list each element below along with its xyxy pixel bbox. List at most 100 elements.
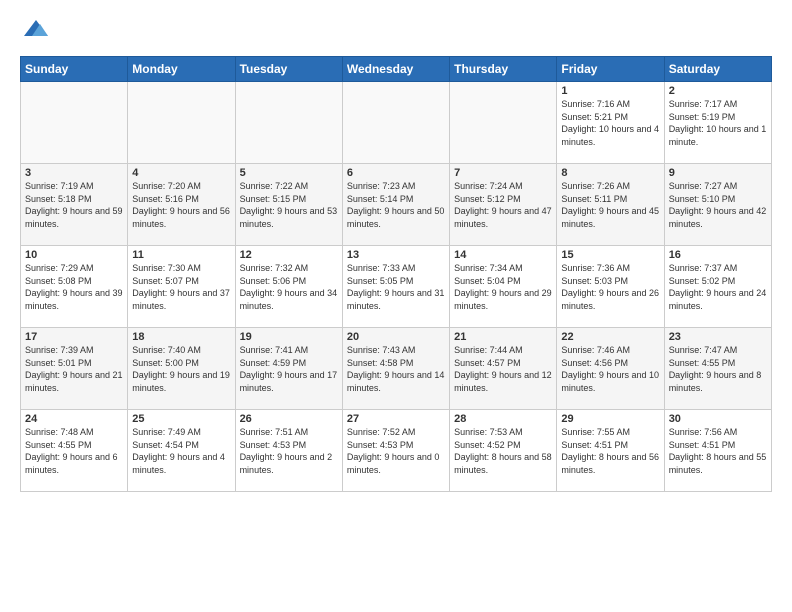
day-number: 29 (561, 413, 659, 425)
day-info: Sunrise: 7:37 AM Sunset: 5:02 PM Dayligh… (669, 262, 767, 312)
day-number: 14 (454, 249, 552, 261)
day-number: 26 (240, 413, 338, 425)
day-cell: 22Sunrise: 7:46 AM Sunset: 4:56 PM Dayli… (557, 328, 664, 410)
day-number: 9 (669, 167, 767, 179)
day-number: 7 (454, 167, 552, 179)
day-number: 17 (25, 331, 123, 343)
day-cell: 12Sunrise: 7:32 AM Sunset: 5:06 PM Dayli… (235, 246, 342, 328)
day-cell: 4Sunrise: 7:20 AM Sunset: 5:16 PM Daylig… (128, 164, 235, 246)
day-cell: 5Sunrise: 7:22 AM Sunset: 5:15 PM Daylig… (235, 164, 342, 246)
day-number: 22 (561, 331, 659, 343)
day-cell: 8Sunrise: 7:26 AM Sunset: 5:11 PM Daylig… (557, 164, 664, 246)
day-number: 16 (669, 249, 767, 261)
day-number: 25 (132, 413, 230, 425)
day-cell: 24Sunrise: 7:48 AM Sunset: 4:55 PM Dayli… (21, 410, 128, 492)
weekday-header-thursday: Thursday (450, 57, 557, 82)
day-cell: 6Sunrise: 7:23 AM Sunset: 5:14 PM Daylig… (342, 164, 449, 246)
day-number: 5 (240, 167, 338, 179)
day-info: Sunrise: 7:27 AM Sunset: 5:10 PM Dayligh… (669, 180, 767, 230)
day-cell: 15Sunrise: 7:36 AM Sunset: 5:03 PM Dayli… (557, 246, 664, 328)
day-cell (21, 82, 128, 164)
weekday-header-friday: Friday (557, 57, 664, 82)
day-cell (128, 82, 235, 164)
day-number: 30 (669, 413, 767, 425)
day-info: Sunrise: 7:40 AM Sunset: 5:00 PM Dayligh… (132, 344, 230, 394)
day-info: Sunrise: 7:41 AM Sunset: 4:59 PM Dayligh… (240, 344, 338, 394)
day-info: Sunrise: 7:51 AM Sunset: 4:53 PM Dayligh… (240, 426, 338, 476)
day-cell: 16Sunrise: 7:37 AM Sunset: 5:02 PM Dayli… (664, 246, 771, 328)
day-cell: 25Sunrise: 7:49 AM Sunset: 4:54 PM Dayli… (128, 410, 235, 492)
day-info: Sunrise: 7:36 AM Sunset: 5:03 PM Dayligh… (561, 262, 659, 312)
day-info: Sunrise: 7:19 AM Sunset: 5:18 PM Dayligh… (25, 180, 123, 230)
day-cell: 28Sunrise: 7:53 AM Sunset: 4:52 PM Dayli… (450, 410, 557, 492)
page: SundayMondayTuesdayWednesdayThursdayFrid… (0, 0, 792, 502)
weekday-header-saturday: Saturday (664, 57, 771, 82)
day-number: 12 (240, 249, 338, 261)
day-info: Sunrise: 7:33 AM Sunset: 5:05 PM Dayligh… (347, 262, 445, 312)
day-cell: 17Sunrise: 7:39 AM Sunset: 5:01 PM Dayli… (21, 328, 128, 410)
day-info: Sunrise: 7:23 AM Sunset: 5:14 PM Dayligh… (347, 180, 445, 230)
day-info: Sunrise: 7:17 AM Sunset: 5:19 PM Dayligh… (669, 98, 767, 148)
week-row-1: 1Sunrise: 7:16 AM Sunset: 5:21 PM Daylig… (21, 82, 772, 164)
day-cell (450, 82, 557, 164)
day-info: Sunrise: 7:34 AM Sunset: 5:04 PM Dayligh… (454, 262, 552, 312)
day-cell: 1Sunrise: 7:16 AM Sunset: 5:21 PM Daylig… (557, 82, 664, 164)
day-number: 3 (25, 167, 123, 179)
day-info: Sunrise: 7:48 AM Sunset: 4:55 PM Dayligh… (25, 426, 123, 476)
week-row-2: 3Sunrise: 7:19 AM Sunset: 5:18 PM Daylig… (21, 164, 772, 246)
day-number: 27 (347, 413, 445, 425)
day-number: 19 (240, 331, 338, 343)
day-info: Sunrise: 7:30 AM Sunset: 5:07 PM Dayligh… (132, 262, 230, 312)
weekday-header-monday: Monday (128, 57, 235, 82)
day-number: 10 (25, 249, 123, 261)
day-cell: 27Sunrise: 7:52 AM Sunset: 4:53 PM Dayli… (342, 410, 449, 492)
calendar: SundayMondayTuesdayWednesdayThursdayFrid… (20, 56, 772, 492)
day-number: 2 (669, 85, 767, 97)
day-number: 13 (347, 249, 445, 261)
weekday-header-wednesday: Wednesday (342, 57, 449, 82)
logo (20, 16, 50, 44)
day-number: 11 (132, 249, 230, 261)
day-info: Sunrise: 7:39 AM Sunset: 5:01 PM Dayligh… (25, 344, 123, 394)
day-number: 24 (25, 413, 123, 425)
day-cell: 7Sunrise: 7:24 AM Sunset: 5:12 PM Daylig… (450, 164, 557, 246)
day-info: Sunrise: 7:26 AM Sunset: 5:11 PM Dayligh… (561, 180, 659, 230)
day-info: Sunrise: 7:32 AM Sunset: 5:06 PM Dayligh… (240, 262, 338, 312)
day-info: Sunrise: 7:46 AM Sunset: 4:56 PM Dayligh… (561, 344, 659, 394)
day-cell: 19Sunrise: 7:41 AM Sunset: 4:59 PM Dayli… (235, 328, 342, 410)
day-cell (235, 82, 342, 164)
day-cell (342, 82, 449, 164)
day-info: Sunrise: 7:49 AM Sunset: 4:54 PM Dayligh… (132, 426, 230, 476)
day-cell: 9Sunrise: 7:27 AM Sunset: 5:10 PM Daylig… (664, 164, 771, 246)
week-row-4: 17Sunrise: 7:39 AM Sunset: 5:01 PM Dayli… (21, 328, 772, 410)
day-number: 23 (669, 331, 767, 343)
day-cell: 3Sunrise: 7:19 AM Sunset: 5:18 PM Daylig… (21, 164, 128, 246)
day-info: Sunrise: 7:44 AM Sunset: 4:57 PM Dayligh… (454, 344, 552, 394)
weekday-header-row: SundayMondayTuesdayWednesdayThursdayFrid… (21, 57, 772, 82)
day-info: Sunrise: 7:22 AM Sunset: 5:15 PM Dayligh… (240, 180, 338, 230)
day-number: 28 (454, 413, 552, 425)
day-number: 20 (347, 331, 445, 343)
week-row-5: 24Sunrise: 7:48 AM Sunset: 4:55 PM Dayli… (21, 410, 772, 492)
day-info: Sunrise: 7:47 AM Sunset: 4:55 PM Dayligh… (669, 344, 767, 394)
header (20, 16, 772, 44)
day-info: Sunrise: 7:53 AM Sunset: 4:52 PM Dayligh… (454, 426, 552, 476)
day-number: 18 (132, 331, 230, 343)
day-info: Sunrise: 7:29 AM Sunset: 5:08 PM Dayligh… (25, 262, 123, 312)
day-info: Sunrise: 7:24 AM Sunset: 5:12 PM Dayligh… (454, 180, 552, 230)
day-cell: 30Sunrise: 7:56 AM Sunset: 4:51 PM Dayli… (664, 410, 771, 492)
day-info: Sunrise: 7:43 AM Sunset: 4:58 PM Dayligh… (347, 344, 445, 394)
day-cell: 14Sunrise: 7:34 AM Sunset: 5:04 PM Dayli… (450, 246, 557, 328)
day-info: Sunrise: 7:52 AM Sunset: 4:53 PM Dayligh… (347, 426, 445, 476)
day-number: 15 (561, 249, 659, 261)
day-info: Sunrise: 7:55 AM Sunset: 4:51 PM Dayligh… (561, 426, 659, 476)
week-row-3: 10Sunrise: 7:29 AM Sunset: 5:08 PM Dayli… (21, 246, 772, 328)
day-number: 6 (347, 167, 445, 179)
day-info: Sunrise: 7:56 AM Sunset: 4:51 PM Dayligh… (669, 426, 767, 476)
day-number: 21 (454, 331, 552, 343)
day-info: Sunrise: 7:20 AM Sunset: 5:16 PM Dayligh… (132, 180, 230, 230)
logo-icon (22, 16, 50, 44)
weekday-header-sunday: Sunday (21, 57, 128, 82)
day-cell: 18Sunrise: 7:40 AM Sunset: 5:00 PM Dayli… (128, 328, 235, 410)
day-cell: 26Sunrise: 7:51 AM Sunset: 4:53 PM Dayli… (235, 410, 342, 492)
